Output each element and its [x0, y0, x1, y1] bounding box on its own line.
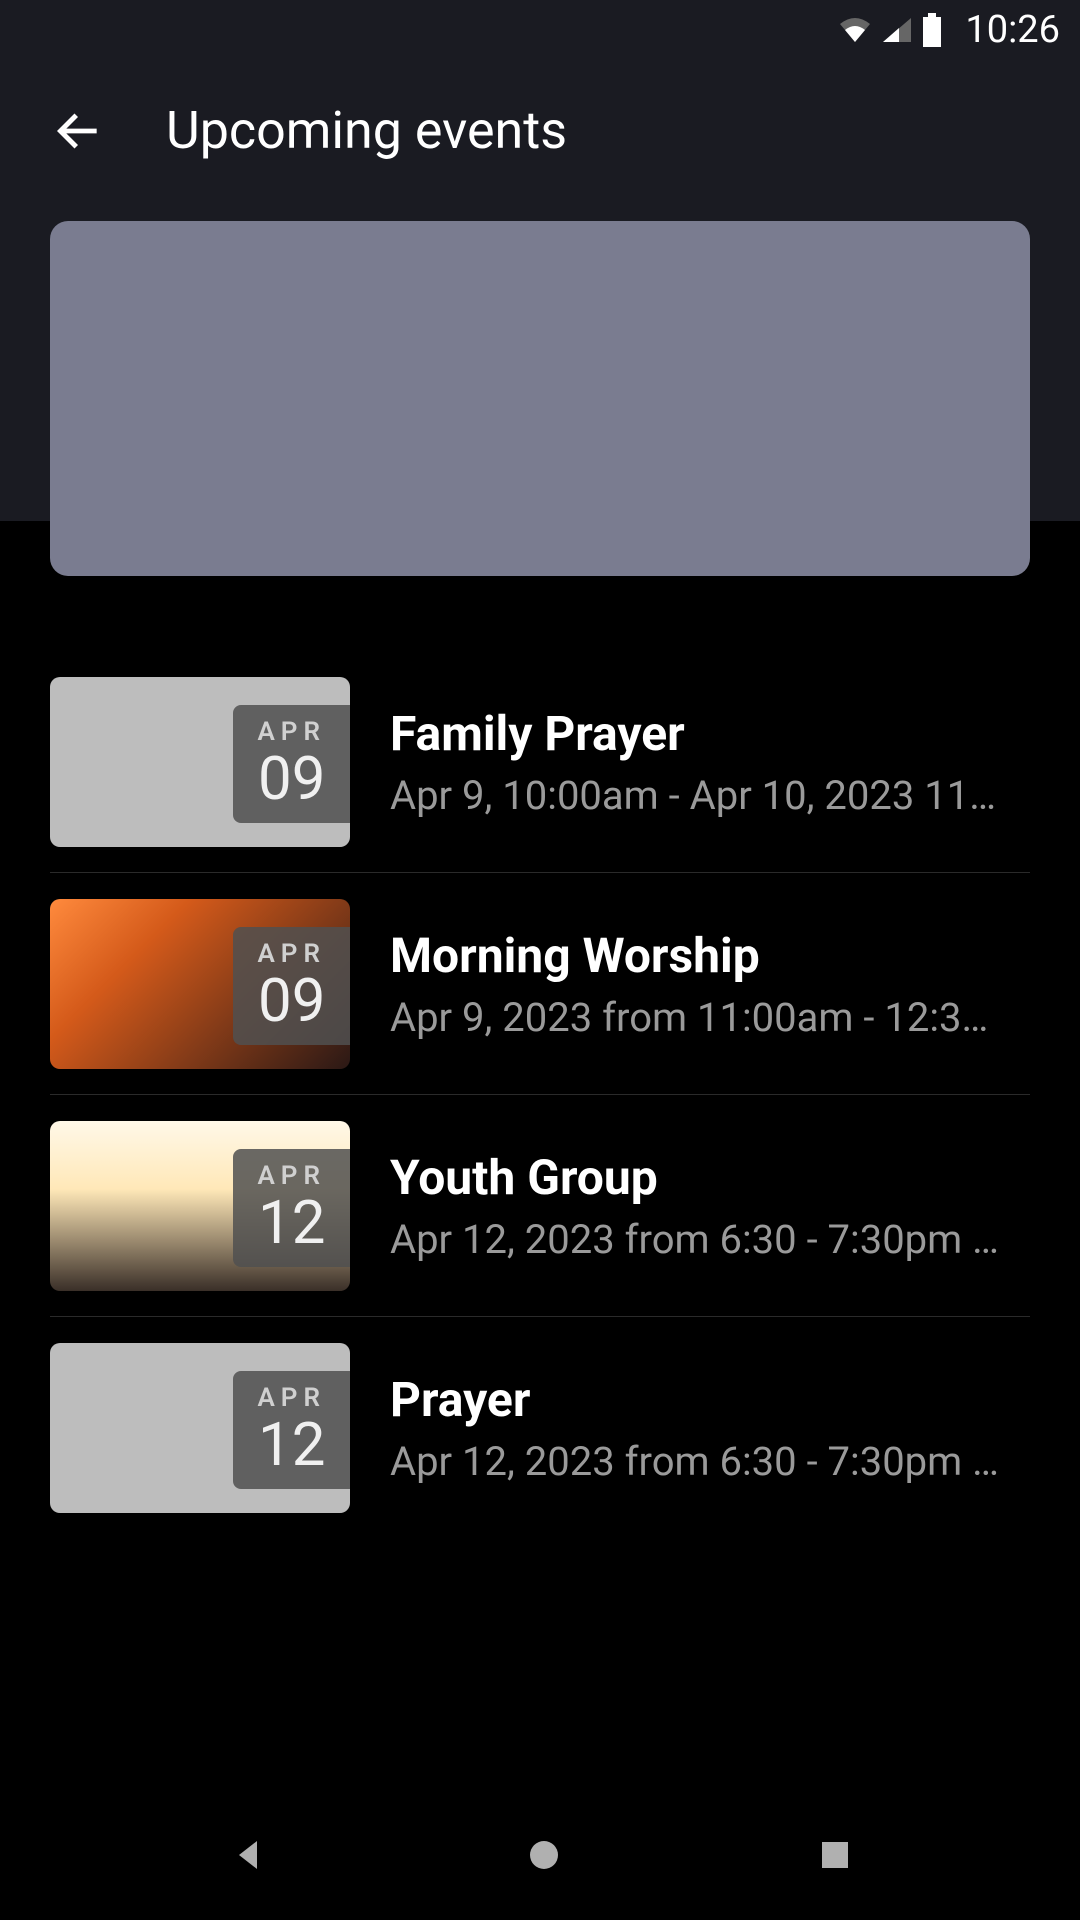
event-subtitle: Apr 12, 2023 from 6:30 - 7:30pm … — [390, 1216, 1030, 1263]
event-title: Youth Group — [390, 1149, 1030, 1206]
event-info: Prayer Apr 12, 2023 from 6:30 - 7:30pm … — [390, 1371, 1030, 1485]
event-info: Youth Group Apr 12, 2023 from 6:30 - 7:3… — [390, 1149, 1030, 1263]
event-subtitle: Apr 12, 2023 from 6:30 - 7:30pm … — [390, 1438, 1030, 1485]
event-subtitle: Apr 9, 2023 from 11:00am - 12:3… — [390, 994, 1030, 1041]
system-nav-bar — [0, 1790, 1080, 1920]
nav-back-button[interactable] — [229, 1835, 269, 1875]
date-badge: APR 12 — [233, 1371, 350, 1489]
banner-image[interactable] — [50, 221, 1030, 576]
status-time: 10:26 — [965, 8, 1060, 52]
date-day: 09 — [257, 971, 326, 1031]
event-thumbnail: APR 12 — [50, 1121, 350, 1291]
status-icons — [837, 13, 943, 47]
event-title: Prayer — [390, 1371, 1030, 1428]
event-title: Morning Worship — [390, 927, 1030, 984]
date-day: 12 — [257, 1415, 326, 1475]
status-bar: 10:26 — [0, 0, 1080, 60]
event-thumbnail: APR 09 — [50, 677, 350, 847]
event-subtitle: Apr 9, 10:00am - Apr 10, 2023 11… — [390, 772, 1030, 819]
event-item[interactable]: APR 12 Youth Group Apr 12, 2023 from 6:3… — [0, 1095, 1080, 1317]
event-item[interactable]: APR 09 Family Prayer Apr 9, 10:00am - Ap… — [0, 651, 1080, 873]
battery-icon — [921, 13, 943, 47]
date-badge: APR 12 — [233, 1149, 350, 1267]
event-item[interactable]: APR 12 Prayer Apr 12, 2023 from 6:30 - 7… — [0, 1317, 1080, 1539]
banner-section — [0, 191, 1080, 521]
page-title: Upcoming events — [166, 100, 567, 161]
wifi-icon — [837, 16, 873, 44]
events-list: APR 09 Family Prayer Apr 9, 10:00am - Ap… — [0, 521, 1080, 1539]
app-header: Upcoming events — [0, 60, 1080, 191]
date-badge: APR 09 — [233, 927, 350, 1045]
nav-recents-button[interactable] — [819, 1839, 851, 1871]
back-button[interactable] — [50, 103, 106, 159]
event-info: Family Prayer Apr 9, 10:00am - Apr 10, 2… — [390, 705, 1030, 819]
date-badge: APR 09 — [233, 705, 350, 823]
event-info: Morning Worship Apr 9, 2023 from 11:00am… — [390, 927, 1030, 1041]
nav-home-button[interactable] — [526, 1837, 562, 1873]
event-title: Family Prayer — [390, 705, 1030, 762]
date-day: 12 — [257, 1193, 326, 1253]
date-day: 09 — [257, 749, 326, 809]
signal-icon — [881, 16, 913, 44]
event-item[interactable]: APR 09 Morning Worship Apr 9, 2023 from … — [0, 873, 1080, 1095]
event-thumbnail: APR 12 — [50, 1343, 350, 1513]
event-thumbnail: APR 09 — [50, 899, 350, 1069]
